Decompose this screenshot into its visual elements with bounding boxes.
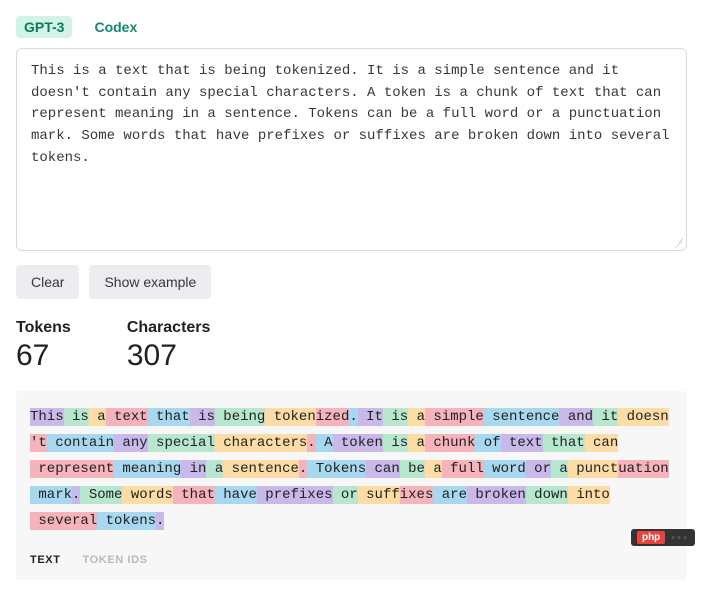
token: that [173, 486, 215, 504]
token-visualization: This is a text that is being tokenized. … [30, 405, 673, 534]
token: suff [358, 486, 400, 504]
token: are [433, 486, 467, 504]
token: doesn [618, 408, 668, 426]
token: down [526, 486, 568, 504]
token: represent [30, 460, 114, 478]
token: or [333, 486, 358, 504]
tab-gpt3[interactable]: GPT-3 [16, 16, 72, 38]
watermark-badge: php [637, 531, 665, 544]
stat-characters: Characters 307 [127, 319, 211, 373]
token: sentence [223, 460, 299, 478]
show-example-button[interactable]: Show example [89, 265, 211, 299]
token: ized [316, 408, 350, 426]
token: ixes [400, 486, 434, 504]
token: words [122, 486, 172, 504]
token: full [442, 460, 484, 478]
token: . [349, 408, 357, 426]
token: a [425, 460, 442, 478]
token: word [484, 460, 526, 478]
token: a [206, 460, 223, 478]
token: is [383, 408, 408, 426]
input-wrapper [16, 48, 687, 251]
token: . [156, 512, 164, 530]
watermark: php ▪▪▪ [631, 529, 695, 546]
token: in [181, 460, 206, 478]
token: is [383, 434, 408, 452]
token: it [593, 408, 618, 426]
token: prefixes [257, 486, 333, 504]
token: any [114, 434, 148, 452]
token: text [106, 408, 148, 426]
token: simple [425, 408, 484, 426]
token: contain [47, 434, 114, 452]
token: mark [30, 486, 72, 504]
token: a [89, 408, 106, 426]
token: token [333, 434, 383, 452]
visualization-panel: This is a text that is being tokenized. … [16, 391, 687, 580]
stat-tokens-value: 67 [16, 339, 71, 373]
token: special [148, 434, 215, 452]
token: . [307, 434, 315, 452]
watermark-text: ▪▪▪ [671, 532, 689, 544]
token: token [265, 408, 315, 426]
token: have [215, 486, 257, 504]
token: can [585, 434, 619, 452]
token: meaning [114, 460, 181, 478]
token: It [358, 408, 383, 426]
token: being [215, 408, 265, 426]
token: text [501, 434, 543, 452]
token: Tokens [307, 460, 366, 478]
token: is [64, 408, 89, 426]
token: sentence [484, 408, 560, 426]
token: that [543, 434, 585, 452]
stat-characters-label: Characters [127, 319, 211, 337]
token: of [475, 434, 500, 452]
sub-tab-text[interactable]: TEXT [30, 554, 61, 566]
tab-codex[interactable]: Codex [86, 16, 145, 38]
token: 't [30, 434, 47, 452]
token: broken [467, 486, 526, 504]
token: can [366, 460, 400, 478]
token: be [400, 460, 425, 478]
token: and [559, 408, 593, 426]
stat-tokens: Tokens 67 [16, 319, 71, 373]
resize-handle-icon[interactable] [672, 236, 684, 248]
stat-characters-value: 307 [127, 339, 211, 373]
token: Some [80, 486, 122, 504]
token: A [316, 434, 333, 452]
token: tokens [97, 512, 156, 530]
token: chunk [425, 434, 475, 452]
token: punct [568, 460, 618, 478]
tokenizer-input[interactable] [17, 49, 686, 245]
token: a [551, 460, 568, 478]
token: a [408, 434, 425, 452]
token: uation [618, 460, 668, 478]
token: that [148, 408, 190, 426]
token: several [30, 512, 97, 530]
token: into [568, 486, 610, 504]
token: is [190, 408, 215, 426]
sub-tab-token-ids[interactable]: TOKEN IDS [83, 554, 148, 566]
token: characters [215, 434, 307, 452]
stat-tokens-label: Tokens [16, 319, 71, 337]
token: a [408, 408, 425, 426]
token: or [526, 460, 551, 478]
token: This [30, 408, 64, 426]
clear-button[interactable]: Clear [16, 265, 79, 299]
